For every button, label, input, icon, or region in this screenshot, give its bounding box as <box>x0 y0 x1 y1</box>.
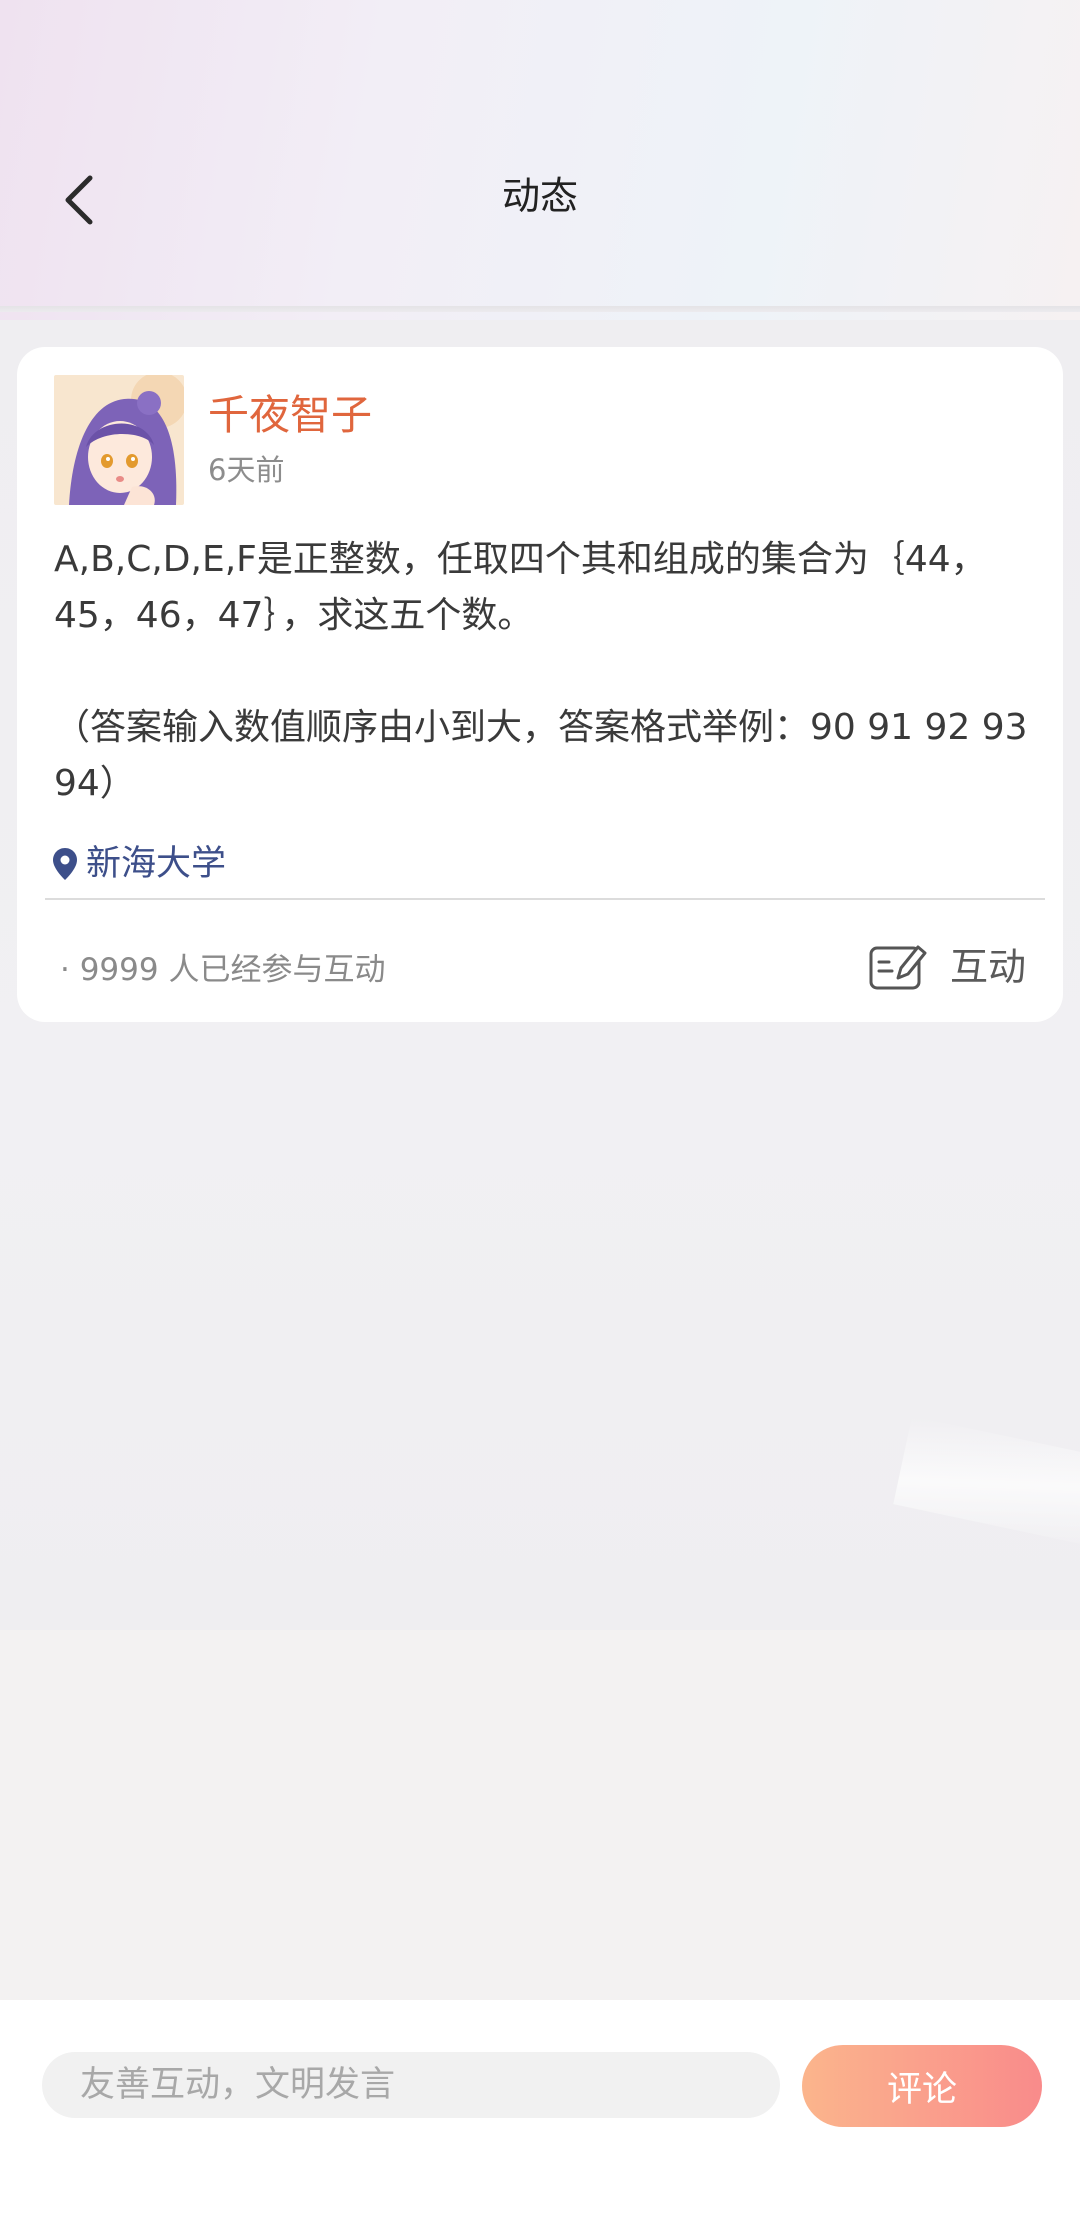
avatar[interactable] <box>54 375 184 505</box>
page-background-lower <box>0 1630 1080 2000</box>
avatar-image <box>54 375 184 505</box>
card-divider <box>45 898 1045 900</box>
comment-submit-button[interactable]: 评论 <box>802 2045 1042 2127</box>
location-label: 新海大学 <box>86 844 227 884</box>
header-divider <box>0 306 1080 312</box>
edit-note-icon <box>869 945 927 990</box>
post-timestamp: 6天前 <box>208 453 285 487</box>
page-title: 动态 <box>501 174 578 218</box>
participants-count: · 9999 人已经参与互动 <box>60 952 386 988</box>
top-navigation-bar: 动态 <box>0 0 1080 312</box>
location-tag[interactable]: 新海大学 <box>52 840 226 888</box>
interact-label: 互动 <box>950 945 1027 989</box>
location-pin-icon <box>53 848 77 880</box>
post-content: A,B,C,D,E,F是正整数，任取四个其和组成的集合为｛44，45，46，47… <box>54 539 1028 804</box>
comment-input[interactable] <box>42 2052 780 2118</box>
interact-button[interactable]: 互动 <box>868 937 1026 997</box>
post-card: 千夜智子 6天前 A,B,C,D,E,F是正整数，任取四个其和组成的集合为｛44… <box>17 347 1063 1022</box>
author-name[interactable]: 千夜智子 <box>208 387 372 443</box>
